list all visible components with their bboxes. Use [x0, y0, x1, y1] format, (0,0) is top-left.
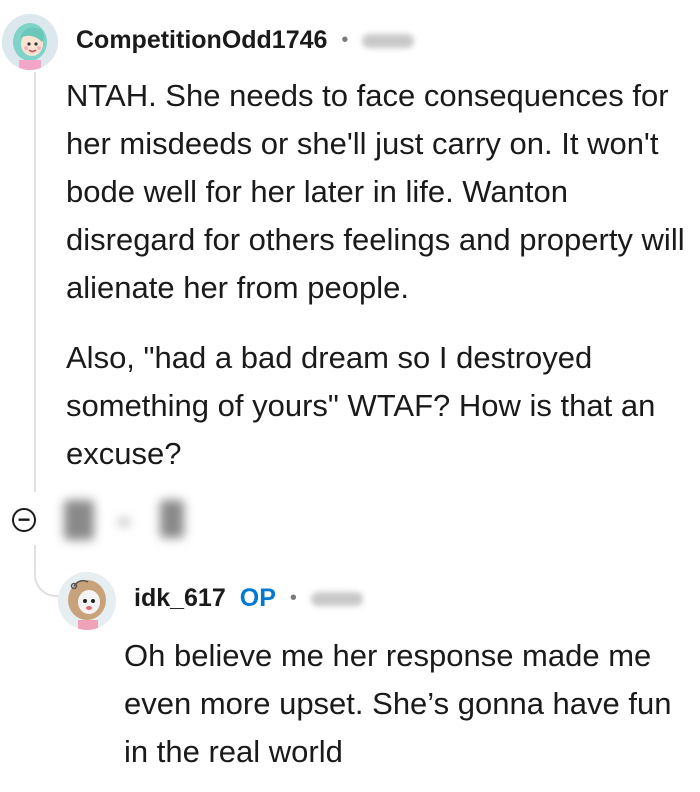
downvote-icon[interactable] — [160, 500, 184, 538]
reply-connector — [34, 545, 62, 597]
user-avatar[interactable] — [58, 572, 116, 630]
thread-line — [34, 72, 36, 492]
comment-paragraph: Also, "had a bad dream so I destroyed so… — [66, 340, 656, 471]
username[interactable]: idk_617 — [134, 584, 226, 613]
username[interactable]: CompetitionOdd1746 — [76, 26, 327, 55]
op-badge: OP — [239, 584, 276, 612]
reply-text: Oh believe me her response made me even … — [124, 638, 672, 769]
comment-paragraph: NTAH. She needs to face consequences for… — [66, 78, 685, 305]
user-avatar[interactable] — [2, 14, 58, 70]
upvote-icon[interactable] — [64, 500, 94, 540]
separator-dot: • — [289, 587, 297, 609]
collapse-minus-icon[interactable]: − — [12, 508, 36, 532]
vote-count-blurred — [118, 518, 130, 526]
separator-dot: • — [341, 29, 349, 51]
timestamp-blurred — [310, 591, 363, 606]
reply-header: idk_617 OP • — [134, 584, 363, 613]
comment-header: CompetitionOdd1746 • — [76, 26, 415, 55]
timestamp-blurred — [362, 33, 415, 48]
